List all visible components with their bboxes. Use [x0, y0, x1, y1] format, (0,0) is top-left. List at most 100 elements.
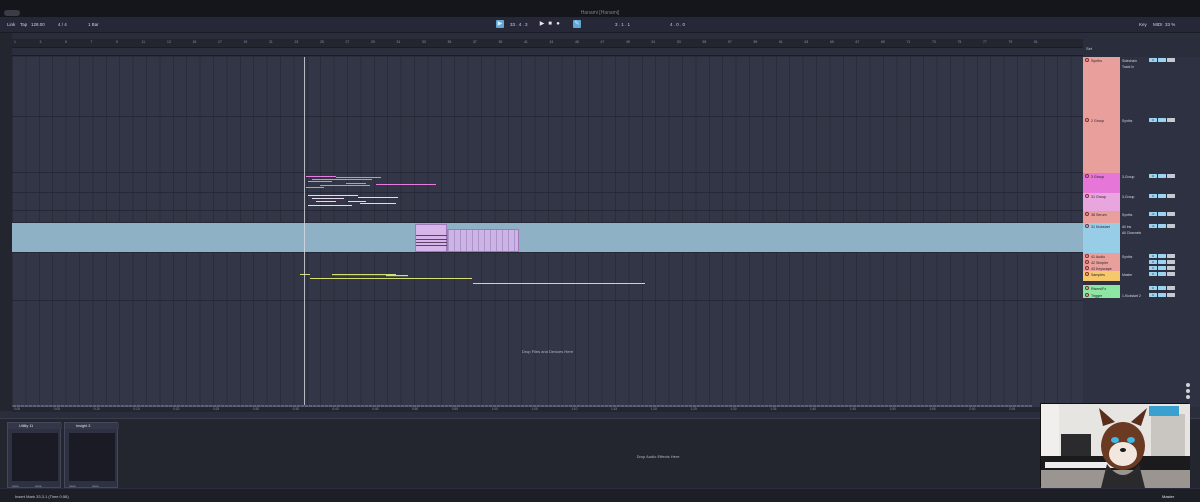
draw-mode-icon[interactable]: ✎ [573, 20, 581, 28]
time-ruler[interactable]: 0:00 0:05 0:10 0:15 0:20 0:25 0:30 0:35 0:40 0:45… [12, 407, 1083, 412]
track-solo-button[interactable] [1167, 254, 1175, 258]
track-mute-button[interactable] [1158, 254, 1166, 258]
track-input-routing[interactable]: Synths [1122, 119, 1146, 123]
track-header[interactable]: 31 Kickstart [1083, 223, 1120, 253]
track-header[interactable]: Risers/Fx [1083, 285, 1120, 292]
track-volume[interactable]: -0 [1149, 224, 1157, 228]
track-volume[interactable]: 0 [1149, 118, 1157, 122]
track-lane-kickstart[interactable] [12, 223, 1083, 253]
track-activator-icon[interactable] [1085, 212, 1089, 216]
zoom-icon[interactable] [1186, 395, 1190, 399]
track-solo-button[interactable] [1167, 286, 1175, 290]
track-lane-31-group[interactable] [12, 193, 1083, 211]
track-solo-button[interactable] [1167, 58, 1175, 62]
track-input-routing[interactable]: 1-Kickstart 2 [1122, 294, 1146, 298]
link-button[interactable]: Link [7, 22, 15, 27]
track-activator-icon[interactable] [1085, 272, 1089, 276]
arrangement-loop-icon[interactable]: ▶ [496, 20, 504, 28]
track-volume[interactable]: 0 [1149, 293, 1157, 297]
track-volume[interactable]: 0 [1149, 58, 1157, 62]
track-volume[interactable]: 0 [1149, 194, 1157, 198]
track-volume[interactable]: 0 [1149, 174, 1157, 178]
arrangement-view[interactable]: Drop Files and Devices Here [12, 57, 1083, 407]
track-header[interactable]: 2 Group [1083, 117, 1120, 173]
track-mute-button[interactable] [1158, 194, 1166, 198]
key-map-button[interactable]: Key [1139, 22, 1147, 27]
track-solo-button[interactable] [1167, 266, 1175, 270]
track-mute-button[interactable] [1158, 212, 1166, 216]
track-solo-button[interactable] [1167, 293, 1175, 297]
track-activator-icon[interactable] [1085, 224, 1089, 228]
track-header[interactable]: Samples [1083, 271, 1120, 281]
clip-kickstart-1[interactable] [415, 224, 448, 252]
zoom-icon[interactable] [1186, 389, 1190, 393]
device-utility[interactable]: Utility 11 none none [7, 422, 62, 488]
track-input-routing[interactable]: All Ins [1122, 225, 1146, 229]
track-volume[interactable]: 0 [1149, 266, 1157, 270]
track-input-routing[interactable]: Synths [1122, 255, 1146, 259]
track-activator-icon[interactable] [1085, 266, 1089, 270]
midi-map-button[interactable]: MIDI [1153, 22, 1163, 27]
track-header[interactable]: 38 Serum [1083, 211, 1120, 223]
loop-start-field[interactable]: 3 . 1 . 1 [615, 22, 630, 27]
track-solo-button[interactable] [1167, 212, 1175, 216]
track-solo-button[interactable] [1167, 272, 1175, 276]
device-insight[interactable]: Insight 3 none none [64, 422, 119, 488]
midi-clip-group[interactable] [306, 175, 436, 191]
track-solo-button[interactable] [1167, 194, 1175, 198]
track-header[interactable]: 31 Group [1083, 193, 1120, 211]
track-lane-group[interactable] [12, 117, 1083, 173]
track-mute-button[interactable] [1158, 224, 1166, 228]
locator-bar[interactable] [12, 48, 1083, 56]
track-input-routing[interactable]: 3-Group [1122, 195, 1146, 199]
track-lane-serum[interactable] [12, 211, 1083, 223]
quantize-menu[interactable]: 1 Bar [88, 22, 99, 27]
track-input-routing[interactable]: Synths [1122, 213, 1146, 217]
track-activator-icon[interactable] [1085, 174, 1089, 178]
track-volume[interactable]: 0 [1149, 254, 1157, 258]
track-solo-button[interactable] [1167, 224, 1175, 228]
track-input-channel[interactable]: All Channels [1122, 231, 1146, 235]
song-position[interactable]: 33 . 4 . 3 [510, 22, 528, 27]
track-lane-3-group[interactable] [12, 173, 1083, 193]
time-signature[interactable]: 4 / 4 [58, 22, 67, 27]
track-volume[interactable]: -0 [1149, 212, 1157, 216]
track-lane-synths[interactable] [12, 57, 1083, 117]
track-activator-icon[interactable] [1085, 293, 1089, 297]
master-track-label[interactable]: Master [1162, 494, 1174, 499]
track-activator-icon[interactable] [1085, 58, 1089, 62]
track-input-channel[interactable]: Track In [1122, 65, 1146, 69]
track-input-routing[interactable]: 3-Group [1122, 175, 1146, 179]
track-volume[interactable]: 0 [1149, 272, 1157, 276]
zoom-icon[interactable] [1186, 383, 1190, 387]
audio-clips-samples[interactable] [300, 271, 680, 287]
track-input-routing[interactable]: Master [1122, 273, 1146, 277]
midi-clip-31-group[interactable] [308, 195, 400, 209]
loop-length-field[interactable]: 4 . 0 . 0 [670, 22, 685, 27]
track-activator-icon[interactable] [1085, 118, 1089, 122]
bar-ruler[interactable]: 1 3 5 7 9 11 13 15 17 19 21 23 25 27 29 31 33 35 37 39 41 43 4… [12, 39, 1083, 48]
track-header[interactable]: Synths [1083, 57, 1120, 117]
play-icon[interactable]: ▶ [538, 20, 546, 28]
tap-button[interactable]: Tap [20, 22, 27, 27]
track-activator-icon[interactable] [1085, 286, 1089, 290]
stop-icon[interactable]: ■ [546, 20, 554, 28]
track-mute-button[interactable] [1158, 174, 1166, 178]
track-activator-icon[interactable] [1085, 260, 1089, 264]
track-input-routing[interactable]: Sidechain [1122, 59, 1146, 63]
track-mute-button[interactable] [1158, 266, 1166, 270]
track-solo-button[interactable] [1167, 174, 1175, 178]
clip-kickstart-2[interactable] [447, 229, 519, 252]
track-mute-button[interactable] [1158, 118, 1166, 122]
track-solo-button[interactable] [1167, 118, 1175, 122]
track-mute-button[interactable] [1158, 272, 1166, 276]
track-header[interactable]: Trigger [1083, 292, 1120, 298]
record-icon[interactable]: ● [554, 20, 562, 28]
tempo-field[interactable]: 128.00 [31, 22, 45, 27]
track-volume[interactable]: 0 [1149, 286, 1157, 290]
track-solo-button[interactable] [1167, 260, 1175, 264]
track-header[interactable]: 3 Group [1083, 173, 1120, 193]
track-mute-button[interactable] [1158, 260, 1166, 264]
track-mute-button[interactable] [1158, 286, 1166, 290]
track-activator-icon[interactable] [1085, 194, 1089, 198]
